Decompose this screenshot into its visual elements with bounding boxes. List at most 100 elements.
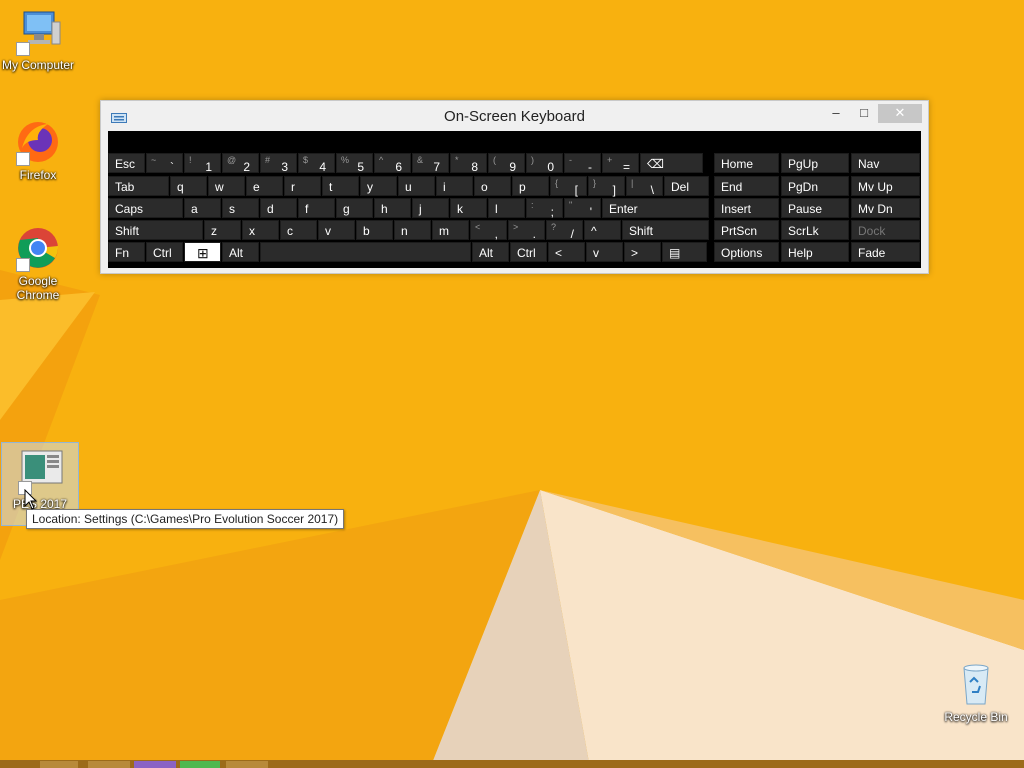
key-v[interactable]: v [586, 242, 623, 262]
key-caps[interactable]: Caps [108, 198, 183, 218]
desktop-icon-firefox[interactable]: Firefox [0, 118, 76, 182]
key-p[interactable]: p [512, 176, 549, 196]
desktop-icon-recycle-bin[interactable]: Recycle Bin [936, 660, 1016, 724]
key-o[interactable]: o [474, 176, 511, 196]
key-pause[interactable]: Pause [781, 198, 849, 218]
key-help[interactable]: Help [781, 242, 849, 262]
on-screen-keyboard-window[interactable]: On-Screen Keyboard – □ ✕ Esc ~ `! 1 @2 #3 $4% 5… [100, 100, 929, 274]
key-space[interactable] [260, 242, 471, 262]
desktop-icon-my-computer[interactable]: My Computer [0, 8, 76, 72]
key-0[interactable]: ) 0 [526, 153, 563, 174]
key-▤[interactable]: ▤ [662, 242, 707, 262]
key-mv-dn[interactable]: Mv Dn [851, 198, 920, 218]
key-x[interactable]: x [242, 220, 279, 240]
key-<[interactable]: < [548, 242, 585, 262]
key-e[interactable]: e [246, 176, 283, 196]
key-f[interactable]: f [298, 198, 335, 218]
key-dock[interactable]: Dock [851, 220, 920, 240]
key-nav[interactable]: Nav [851, 153, 920, 173]
key-label: b [363, 224, 370, 238]
key-y[interactable]: y [360, 176, 397, 196]
key-z[interactable]: z [204, 220, 241, 240]
key-'[interactable]: " ' [564, 198, 601, 219]
key-i[interactable]: i [436, 176, 473, 196]
key-h[interactable]: h [374, 198, 411, 218]
key-l[interactable]: l [488, 198, 525, 218]
minimize-button[interactable]: – [826, 104, 846, 123]
key-shift[interactable]: Shift [108, 220, 203, 240]
osk-titlebar[interactable]: On-Screen Keyboard – □ ✕ [101, 101, 928, 131]
key-b[interactable]: b [356, 220, 393, 240]
key-fn[interactable]: Fn [108, 242, 145, 262]
key-s[interactable]: s [222, 198, 259, 218]
key-7[interactable]: & 7 [412, 153, 449, 174]
taskbar-item[interactable] [134, 761, 176, 768]
key-;[interactable]: :; [526, 198, 563, 219]
key-n[interactable]: n [394, 220, 431, 240]
key-prtscn[interactable]: PrtScn [714, 220, 779, 240]
key-4[interactable]: $4 [298, 153, 335, 174]
key-8[interactable]: * 8 [450, 153, 487, 174]
key-label: 7 [433, 160, 440, 174]
key-alt[interactable]: Alt [472, 242, 509, 262]
key-fade[interactable]: Fade [851, 242, 920, 262]
key-2[interactable]: @2 [222, 153, 259, 174]
key-w[interactable]: w [208, 176, 245, 196]
key-⊞[interactable]: ⊞ [184, 242, 221, 262]
key-j[interactable]: j [412, 198, 449, 218]
key-u[interactable]: u [398, 176, 435, 196]
key-r[interactable]: r [284, 176, 321, 196]
key-del[interactable]: Del [664, 176, 709, 196]
key-k[interactable]: k [450, 198, 487, 218]
key-,[interactable]: <, [470, 220, 507, 241]
desktop-icon-google-chrome[interactable]: Google Chrome [0, 224, 76, 302]
key-scrlk[interactable]: ScrLk [781, 220, 849, 240]
key-g[interactable]: g [336, 198, 373, 218]
taskbar-item[interactable] [226, 761, 268, 768]
key-9[interactable]: (9 [488, 153, 525, 174]
key-home[interactable]: Home [714, 153, 779, 173]
key-end[interactable]: End [714, 176, 779, 196]
key-t[interactable]: t [322, 176, 359, 196]
key-d[interactable]: d [260, 198, 297, 218]
key-⌫[interactable]: ⌫ [640, 153, 703, 173]
key-label: e [253, 180, 260, 194]
key-m[interactable]: m [432, 220, 469, 240]
key-\[interactable]: | \ [626, 176, 663, 197]
close-button[interactable]: ✕ [878, 104, 922, 123]
key-.[interactable]: >. [508, 220, 545, 241]
key-5[interactable]: % 5 [336, 153, 373, 174]
key-esc[interactable]: Esc [108, 153, 145, 173]
key--[interactable]: -- [564, 153, 601, 174]
key-3[interactable]: #3 [260, 153, 297, 174]
key-shift[interactable]: Shift [622, 220, 709, 240]
taskbar-item[interactable] [88, 761, 130, 768]
key-/[interactable]: ? / [546, 220, 583, 241]
key-^[interactable]: ^ [584, 220, 621, 240]
key-options[interactable]: Options [714, 242, 779, 262]
key-tab[interactable]: Tab [108, 176, 169, 196]
key-ctrl[interactable]: Ctrl [510, 242, 547, 262]
key-[[interactable]: {[ [550, 176, 587, 197]
key-alt[interactable]: Alt [222, 242, 259, 262]
key-=[interactable]: + = [602, 153, 639, 174]
key-a[interactable]: a [184, 198, 221, 218]
key-v[interactable]: v [318, 220, 355, 240]
key-q[interactable]: q [170, 176, 207, 196]
key-pgup[interactable]: PgUp [781, 153, 849, 173]
maximize-button[interactable]: □ [853, 104, 875, 123]
taskbar-item[interactable] [40, 761, 78, 768]
key-`[interactable]: ~ ` [146, 153, 183, 174]
key-enter[interactable]: Enter [602, 198, 709, 218]
key-][interactable]: }] [588, 176, 625, 197]
taskbar-item[interactable] [180, 761, 220, 768]
key-6[interactable]: ^ 6 [374, 153, 411, 174]
key-insert[interactable]: Insert [714, 198, 779, 218]
key-1[interactable]: ! 1 [184, 153, 221, 174]
key-c[interactable]: c [280, 220, 317, 240]
key-mv-up[interactable]: Mv Up [851, 176, 920, 196]
key->[interactable]: > [624, 242, 661, 262]
key-ctrl[interactable]: Ctrl [146, 242, 183, 262]
key-pgdn[interactable]: PgDn [781, 176, 849, 196]
key-label: , [494, 227, 498, 241]
